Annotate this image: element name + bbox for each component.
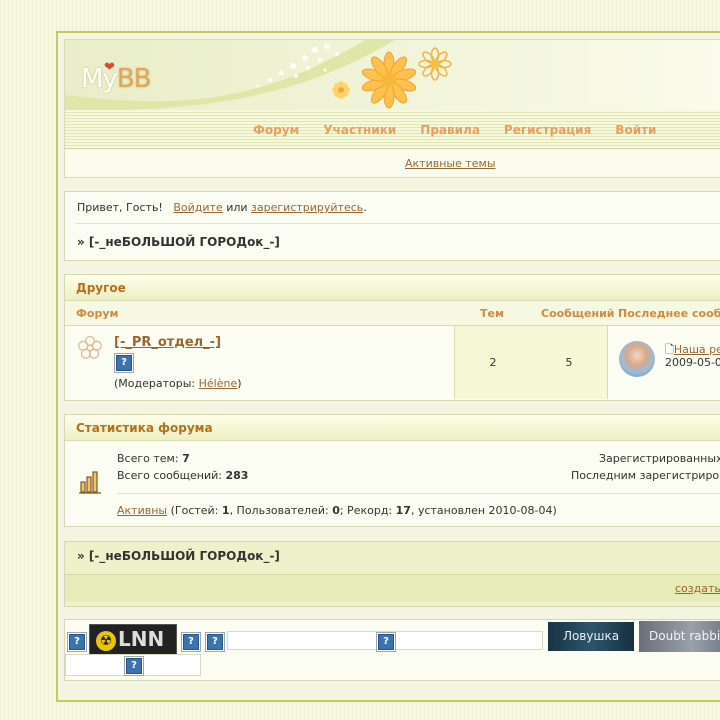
create-link[interactable]: создать — [675, 582, 720, 595]
col-posts: Сообщений — [541, 307, 615, 320]
last-registered: Последним зарегистриров — [571, 469, 720, 482]
affiliate-button-5[interactable]: ? — [124, 656, 144, 676]
column-header: Форум Тем Сообщений Последнее сооб — [65, 301, 720, 326]
affiliate-button-2[interactable]: ? — [181, 632, 201, 652]
affiliate-banner-slot-2[interactable]: ? — [65, 654, 201, 676]
affiliate-button-4[interactable]: ? — [376, 632, 396, 652]
total-topics: Всего тем: 7 — [117, 452, 190, 465]
unknown-image-icon: ? — [69, 634, 85, 650]
col-topics: Тем — [480, 307, 504, 320]
register-link[interactable]: зарегистрируйтесь — [251, 201, 363, 214]
forum-name-link[interactable]: [-_PR_отдел_-] — [114, 335, 221, 350]
page-frame: MyBB ❤ Форум Участники Правила Регистрац… — [56, 31, 720, 702]
stats-chart-icon — [79, 471, 101, 494]
posts-count: 5 — [531, 326, 608, 399]
forum-stats: Статистика форума Всего тем: 7 Всего соо… — [64, 414, 720, 527]
active-text-1: (Гостей: — [167, 504, 222, 517]
logo-bb: BB — [116, 64, 152, 94]
nav-rules[interactable]: Правила — [420, 123, 480, 137]
mybb-logo[interactable]: MyBB — [81, 64, 152, 94]
divider — [75, 223, 720, 224]
moderators-prefix: (Модераторы: — [114, 377, 196, 390]
total-topics-value: 7 — [182, 452, 190, 465]
category-title[interactable]: Другое — [76, 281, 126, 295]
active-users-link[interactable]: Активны — [117, 504, 167, 517]
lnn-label: LNN — [118, 627, 165, 651]
col-last-post: Последнее сооб — [618, 307, 720, 320]
guests-count: 1 — [221, 504, 230, 517]
divider — [117, 493, 720, 494]
nav-forum[interactable]: Форум — [253, 123, 299, 137]
category-other: Другое Форум Тем Сообщений Последнее соо… — [64, 274, 720, 401]
sub-nav: Активные темы — [65, 149, 720, 177]
forum-row: [-_PR_отдел_-] ? (Модераторы: Hélène) 2 … — [65, 326, 720, 399]
banner-decoration — [65, 40, 452, 110]
affiliate-button-1[interactable]: ? — [67, 632, 87, 652]
moderators-suffix: ) — [237, 377, 242, 390]
total-topics-label: Всего тем: — [117, 452, 179, 465]
flower-small-icon — [418, 47, 452, 81]
moderators: (Модераторы: Hélène) — [114, 377, 242, 390]
active-users-line: Активны (Гостей: 1, Пользователей: 0; Ре… — [117, 504, 557, 517]
unknown-image-icon: ? — [183, 634, 199, 650]
forum-status-icon — [78, 335, 102, 359]
bottom-bar: » [-_неБОЛЬШОЙ ГОРОДок_-] создать — [64, 541, 720, 607]
stats-header: Статистика форума — [65, 415, 720, 441]
unknown-image-icon: ? — [126, 658, 142, 674]
login-link[interactable]: Войдите — [173, 201, 222, 214]
welcome-line: Привет, Гость! Войдите или зарегистрируй… — [77, 201, 367, 214]
affiliate-banner-slot[interactable]: ? — [227, 631, 543, 652]
unknown-image-icon: ? — [378, 634, 394, 650]
active-text-3: ; Рекорд: — [339, 504, 396, 517]
affiliate-buttons: ? ☢ LNN ? ? ? Ловушка Doubt rabbit ? — [64, 619, 720, 681]
total-posts: Всего сообщений: 283 — [117, 469, 248, 482]
breadcrumb[interactable]: » [-_неБОЛЬШОЙ ГОРОДок_-] — [77, 235, 280, 249]
nav-login[interactable]: Войти — [615, 123, 656, 137]
doubt-rabbit-button[interactable]: Doubt rabbit — [639, 621, 720, 652]
flower-big-icon — [361, 51, 417, 109]
forum-header: MyBB ❤ Форум Участники Правила Регистрац… — [64, 39, 720, 178]
category-header: Другое — [65, 275, 720, 301]
total-posts-value: 283 — [225, 469, 249, 482]
period-text: . — [363, 201, 367, 214]
page-wrapper: MyBB ❤ Форум Участники Правила Регистрац… — [64, 39, 720, 681]
topics-count: 2 — [454, 326, 532, 399]
unknown-image-icon: ? — [116, 355, 132, 371]
record-count: 17 — [395, 504, 411, 517]
radiation-icon: ☢ — [96, 630, 116, 651]
welcome-box: Привет, Гость! Войдите или зарегистрируй… — [64, 191, 720, 261]
nav-register[interactable]: Регистрация — [504, 123, 591, 137]
lovushka-button[interactable]: Ловушка — [548, 622, 634, 651]
heart-icon: ❤ — [104, 60, 115, 75]
active-text-2: , Пользователей: — [229, 504, 333, 517]
registered-users: Зарегистрированных — [599, 452, 720, 465]
bottom-breadcrumb[interactable]: » [-_неБОЛЬШОЙ ГОРОДок_-] — [77, 549, 280, 563]
forum-image: ? — [114, 353, 134, 373]
last-post-link[interactable]: Наша ре — [674, 343, 720, 356]
unknown-image-icon: ? — [207, 634, 223, 650]
stats-title: Статистика форума — [76, 421, 213, 435]
bottom-toolbar: создать — [65, 574, 720, 601]
document-icon: 🗋 — [665, 343, 674, 356]
flower-tiny-icon — [332, 81, 350, 99]
col-forum: Форум — [76, 307, 119, 320]
main-nav: Форум Участники Правила Регистрация Войт… — [65, 110, 720, 149]
last-post-date: 2009-05-0 — [665, 356, 720, 369]
or-text: или — [226, 201, 248, 214]
total-posts-label: Всего сообщений: — [117, 469, 222, 482]
users-count: 0 — [332, 504, 340, 517]
lnn-button[interactable]: ☢ LNN — [89, 624, 177, 655]
moderator-link[interactable]: Hélène — [199, 377, 238, 390]
affiliate-button-3[interactable]: ? — [205, 632, 225, 652]
last-poster-avatar[interactable] — [619, 341, 655, 377]
active-topics-link[interactable]: Активные темы — [405, 157, 496, 170]
nav-members[interactable]: Участники — [323, 123, 396, 137]
greeting-text: Привет, Гость! — [77, 201, 163, 214]
active-text-4: , установлен 2010-08-04) — [410, 504, 557, 517]
